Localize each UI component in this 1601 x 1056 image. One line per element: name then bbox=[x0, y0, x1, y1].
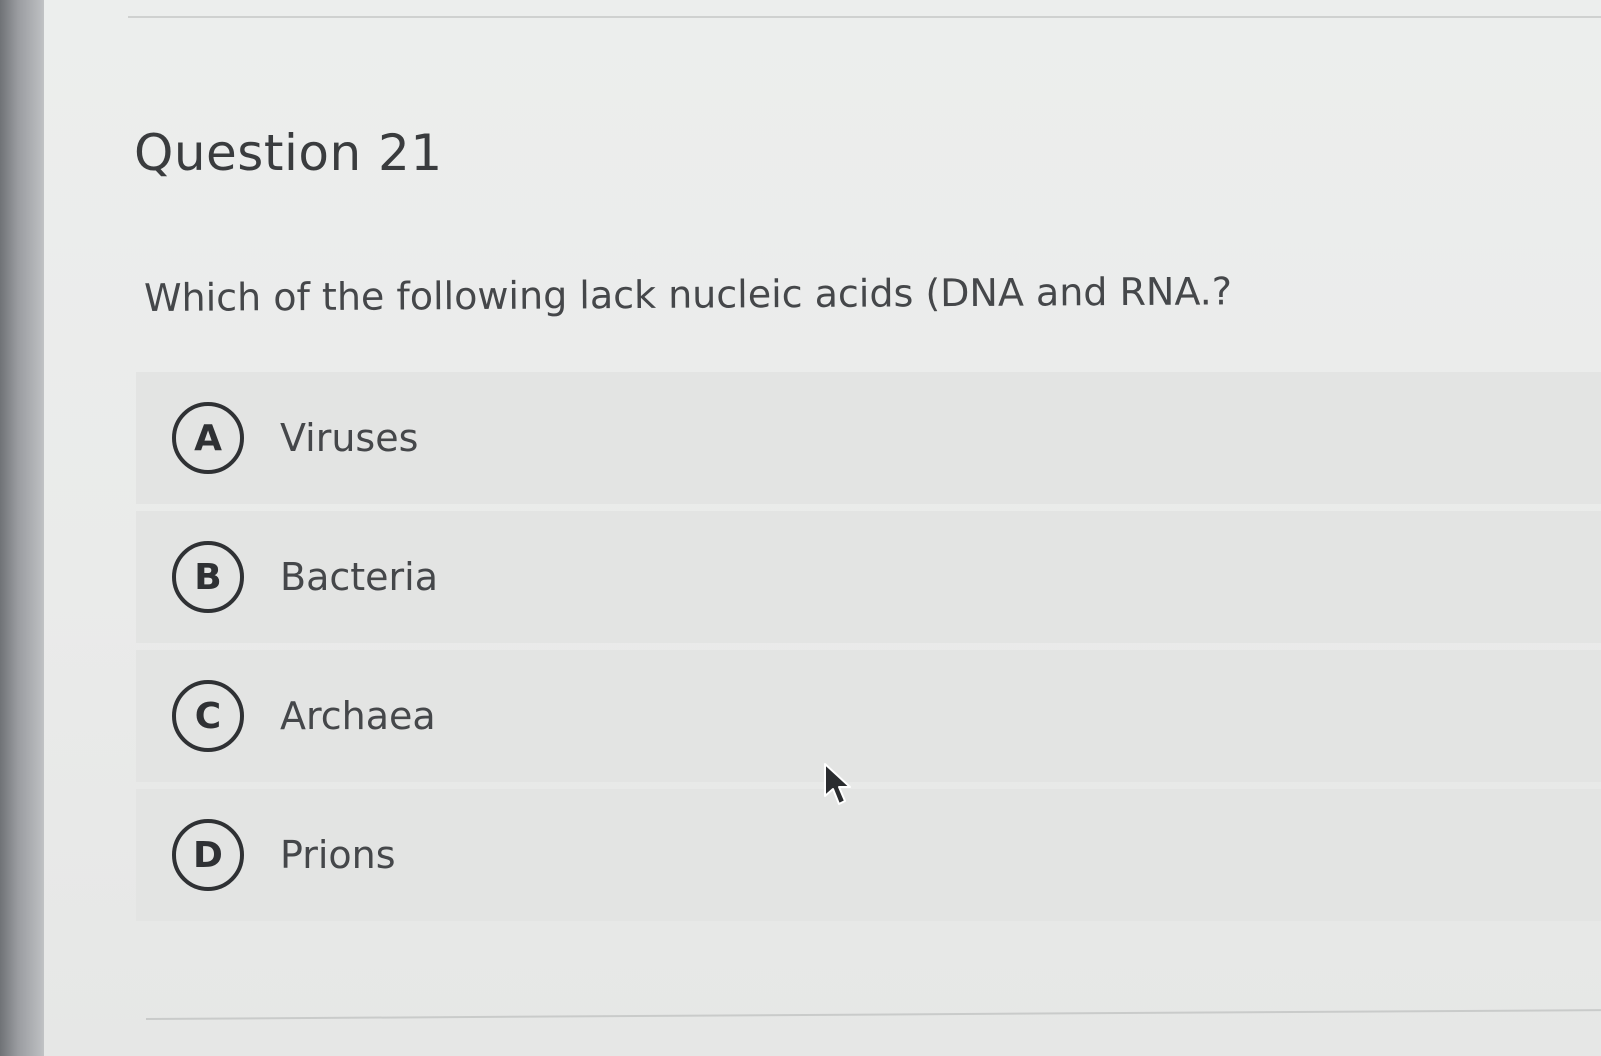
mouse-pointer-icon bbox=[824, 763, 851, 805]
option-a[interactable]: A Viruses bbox=[136, 372, 1601, 504]
option-b[interactable]: B Bacteria bbox=[136, 511, 1601, 643]
question-prompt: Which of the following lack nucleic acid… bbox=[143, 269, 1233, 320]
quiz-panel: Question 21 Which of the following lack … bbox=[44, 0, 1601, 1056]
option-c-letter-badge: C bbox=[172, 680, 244, 752]
option-d-label: Prions bbox=[280, 833, 396, 877]
answer-options: A Viruses B Bacteria C Archaea D Prions bbox=[136, 372, 1601, 928]
bottom-divider bbox=[145, 1009, 1601, 1020]
option-a-label: Viruses bbox=[280, 416, 419, 460]
question-title: Question 21 bbox=[134, 124, 443, 182]
option-c[interactable]: C Archaea bbox=[136, 650, 1601, 782]
top-divider bbox=[128, 16, 1601, 18]
option-a-letter-badge: A bbox=[172, 402, 244, 474]
screen: Question 21 Which of the following lack … bbox=[0, 0, 1601, 1056]
option-b-label: Bacteria bbox=[280, 555, 438, 599]
option-d[interactable]: D Prions bbox=[136, 789, 1601, 921]
option-b-letter-badge: B bbox=[172, 541, 244, 613]
option-d-letter-badge: D bbox=[172, 819, 244, 891]
option-c-label: Archaea bbox=[280, 694, 436, 738]
